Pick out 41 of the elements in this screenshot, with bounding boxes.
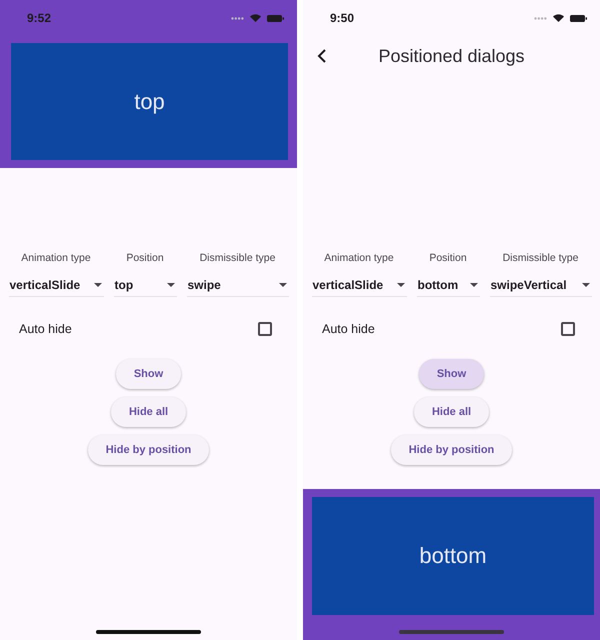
- dropdown-label: Dismissible type: [200, 252, 276, 264]
- dropdown-label: Dismissible type: [502, 252, 578, 264]
- app-bar-title: Positioned dialogs: [377, 46, 526, 66]
- caret-down-icon: [166, 282, 174, 286]
- caret-down-icon: [582, 282, 590, 286]
- auto-hide-label: Auto hide: [19, 322, 72, 336]
- dropdown-label: Position: [126, 252, 164, 264]
- status-time: 9:52: [27, 11, 52, 25]
- action-button[interactable]: Hide by position: [88, 435, 210, 465]
- action-button[interactable]: Show: [116, 359, 182, 389]
- wifi-icon: [250, 14, 261, 22]
- battery-icon: [267, 14, 284, 22]
- caret-down-icon: [470, 282, 478, 286]
- dropdown[interactable]: verticalSlide: [312, 276, 406, 297]
- checkbox[interactable]: [258, 322, 272, 336]
- action-button[interactable]: Hide all: [414, 397, 490, 427]
- wifi-icon: [553, 14, 564, 22]
- action-button[interactable]: Show: [418, 359, 484, 389]
- dialog-text: top: [134, 88, 165, 114]
- dropdown[interactable]: swipe: [186, 276, 288, 297]
- dropdown[interactable]: bottom: [416, 276, 480, 297]
- dropdown[interactable]: top: [114, 276, 176, 297]
- dropdown[interactable]: verticalSlide: [8, 276, 104, 297]
- back-icon: [316, 49, 326, 63]
- action-button[interactable]: Hide all: [110, 397, 186, 427]
- checkbox[interactable]: [561, 322, 575, 336]
- signal-dots-icon: [231, 16, 244, 20]
- status-time: 9:50: [330, 11, 354, 25]
- dialog-text: bottom: [419, 543, 487, 569]
- caret-down-icon: [278, 282, 286, 286]
- dropdown[interactable]: swipeVertical: [490, 276, 592, 297]
- dropdown-label: Animation type: [324, 252, 394, 264]
- dropdown-label: Animation type: [21, 252, 91, 264]
- signal-dots-icon: [534, 16, 547, 20]
- back-button[interactable]: [315, 48, 327, 64]
- caret-down-icon: [396, 282, 404, 286]
- battery-icon: [570, 14, 587, 22]
- action-button[interactable]: Hide by position: [390, 435, 512, 465]
- dropdown-label: Position: [429, 252, 467, 264]
- auto-hide-label: Auto hide: [322, 322, 375, 336]
- caret-down-icon: [94, 282, 102, 286]
